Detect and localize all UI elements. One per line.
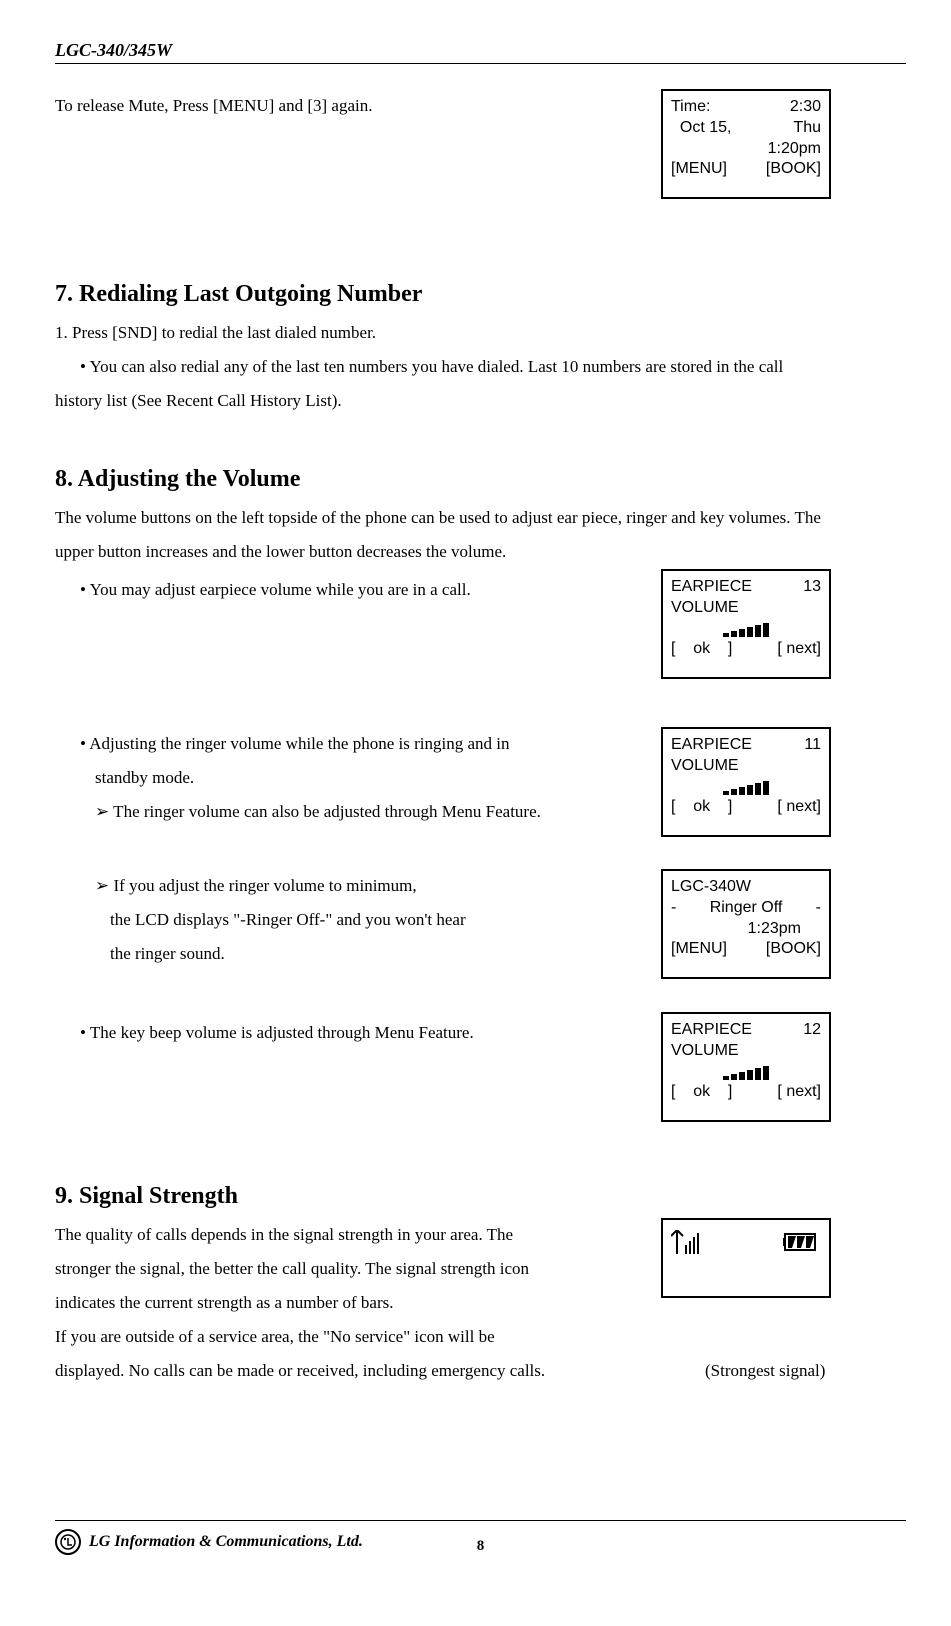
sec8-para1: The volume buttons on the left topside o…: [55, 501, 906, 535]
sec9-p2: stronger the signal, the better the call…: [55, 1252, 675, 1286]
battery-icon: [783, 1232, 821, 1259]
section-7-title: 7. Redialing Last Outgoing Number: [55, 281, 906, 308]
lcd-earpiece-13-box: EARPIECE 13 VOLUME [ ok ] [ next]: [661, 569, 831, 679]
sec7-line1: 1. Press [SND] to redial the last dialed…: [55, 316, 906, 350]
ringer-dash-right: -: [816, 898, 821, 919]
footer-company: LG Information & Communications, Ltd.: [89, 1533, 363, 1551]
sec8-para1b: upper button increases and the lower but…: [55, 535, 906, 569]
ep13-label: EARPIECE: [671, 577, 752, 598]
page-number: 8: [477, 1538, 485, 1555]
ringer-off-text: Ringer Off: [710, 898, 783, 919]
sec9-p5a: displayed. No calls can be made or recei…: [55, 1354, 675, 1388]
volume-bars-icon: [671, 1064, 821, 1080]
lcd-time-box: Time: 2:30 Oct 15, Thu 1:20pm [MENU] [BO…: [661, 89, 831, 199]
sec8-bullet3a: ➢ If you adjust the ringer volume to min…: [95, 869, 635, 903]
sec9-p3: indicates the current strength as a numb…: [55, 1286, 675, 1320]
ringer-model: LGC-340W: [671, 877, 821, 898]
sec8-bullet1: • You may adjust earpiece volume while y…: [80, 573, 610, 607]
day-value: Thu: [793, 118, 821, 139]
ep11-volume-label: VOLUME: [671, 756, 821, 777]
ep13-next: [ next]: [777, 639, 821, 660]
lcd-earpiece-12-box: EARPIECE 12 VOLUME [ ok ] [ next]: [661, 1012, 831, 1122]
ringer-book: [BOOK]: [766, 939, 821, 960]
clock-value: 1:20pm: [768, 139, 821, 160]
section-8-title: 8. Adjusting the Volume: [55, 466, 906, 493]
ep13-volume-label: VOLUME: [671, 598, 821, 619]
ep12-next: [ next]: [777, 1082, 821, 1103]
antenna-icon: [671, 1230, 699, 1262]
sec7-bullet: • You can also redial any of the last te…: [80, 350, 906, 384]
mute-instruction: To release Mute, Press [MENU] and [3] ag…: [55, 89, 595, 123]
sec8-bullet2a: • Adjusting the ringer volume while the …: [80, 727, 620, 761]
date-label: Oct 15,: [671, 118, 731, 139]
lcd-ringer-off-box: LGC-340W - Ringer Off - 1:23pm [MENU] [B…: [661, 869, 831, 979]
ringer-menu: [MENU]: [671, 939, 727, 960]
menu-softkey: [MENU]: [671, 159, 727, 180]
ep12-label: EARPIECE: [671, 1020, 752, 1041]
ep13-value: 13: [803, 577, 821, 598]
ep11-ok: [ ok ]: [671, 797, 732, 818]
strongest-signal-label: (Strongest signal): [705, 1354, 825, 1388]
page-footer: LG Information & Communications, Ltd. 8: [55, 1520, 906, 1555]
sec7-line3: history list (See Recent Call History Li…: [55, 384, 906, 418]
ep12-ok: [ ok ]: [671, 1082, 732, 1103]
ringer-time: 1:23pm: [748, 919, 801, 940]
sec8-bullet2b: standby mode.: [95, 761, 635, 795]
ep11-label: EARPIECE: [671, 735, 752, 756]
lcd-earpiece-11-box: EARPIECE 11 VOLUME [ ok ] [ next]: [661, 727, 831, 837]
time-value: 2:30: [790, 97, 821, 118]
model-header: LGC-340/345W: [55, 40, 906, 64]
signal-battery-box: [661, 1218, 831, 1298]
lg-logo-icon: [55, 1529, 81, 1555]
sec8-bullet3b: the LCD displays "-Ringer Off-" and you …: [110, 903, 650, 937]
volume-bars-icon: [671, 779, 821, 795]
ringer-dash-left: -: [671, 898, 676, 919]
sec9-p1: The quality of calls depends in the sign…: [55, 1218, 675, 1252]
sec8-bullet2c: ➢ The ringer volume can also be adjusted…: [95, 795, 695, 829]
book-softkey: [BOOK]: [766, 159, 821, 180]
ep12-volume-label: VOLUME: [671, 1041, 821, 1062]
sec9-p4: If you are outside of a service area, th…: [55, 1320, 675, 1354]
time-label: Time:: [671, 97, 710, 118]
ep13-ok: [ ok ]: [671, 639, 732, 660]
sec8-bullet4: • The key beep volume is adjusted throug…: [80, 1016, 620, 1050]
ep12-value: 12: [803, 1020, 821, 1041]
ep11-next: [ next]: [777, 797, 821, 818]
ep11-value: 11: [804, 735, 821, 756]
section-9-title: 9. Signal Strength: [55, 1183, 906, 1210]
sec8-bullet3c: the ringer sound.: [110, 937, 650, 971]
volume-bars-icon: [671, 621, 821, 637]
